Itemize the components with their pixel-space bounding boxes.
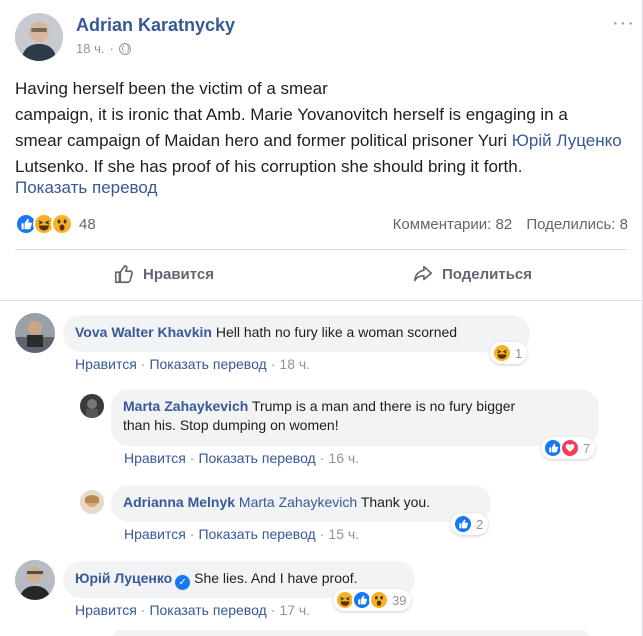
comment-author[interactable]: Юрій Луценко xyxy=(75,570,172,586)
comment-avatar[interactable] xyxy=(15,313,55,353)
separator: · xyxy=(140,356,146,372)
separator: · xyxy=(270,602,276,618)
comment-reaction-count: 1 xyxy=(515,345,523,361)
reply-reaction-count: 7 xyxy=(583,440,591,456)
author-avatar[interactable] xyxy=(15,13,63,61)
comment-text: She lies. And I have proof. xyxy=(194,570,358,586)
verified-badge-icon: ✓ xyxy=(175,575,191,590)
post-text-line-2: campaign, it is ironic that Amb. Marie Y… xyxy=(15,105,568,124)
reply-text: Thank you. xyxy=(360,494,431,510)
reply-avatar[interactable] xyxy=(80,490,104,514)
reply-author[interactable]: Marta Zahaykevich xyxy=(123,398,248,414)
reply-text-line-1: Trump is a man and there is no fury bigg… xyxy=(251,398,516,414)
mention-link[interactable]: Юрій Луценко xyxy=(512,131,622,150)
meta-separator: · xyxy=(109,41,114,56)
comment-reaction-count: 39 xyxy=(392,592,407,608)
comment-reactions[interactable]: 1 xyxy=(490,342,528,364)
like-reaction-icon xyxy=(453,514,473,534)
comment-avatar[interactable] xyxy=(15,560,55,600)
reply-bubble: Adrianna Melnyk Marta Zahaykevich Thank … xyxy=(111,485,491,522)
comment-text: Hell hath no fury like a woman scorned xyxy=(215,324,458,340)
next-reply-bubble xyxy=(111,630,591,636)
haha-reaction-icon xyxy=(492,343,512,363)
share-button-label: Поделиться xyxy=(442,265,533,283)
comment-time[interactable]: 17 ч. xyxy=(279,602,310,618)
divider-top xyxy=(15,249,627,250)
comment-translate-link[interactable]: Показать перевод xyxy=(149,602,266,618)
comments-count[interactable]: Комментарии: 82 xyxy=(393,216,513,233)
reply-time[interactable]: 15 ч. xyxy=(328,526,359,542)
like-button[interactable]: Нравится xyxy=(113,263,214,285)
comment-translate-link[interactable]: Показать перевод xyxy=(149,356,266,372)
reply-avatar[interactable] xyxy=(80,394,104,418)
reply-author[interactable]: Adrianna Melnyk xyxy=(123,494,235,510)
more-options-icon[interactable]: ··· xyxy=(612,13,635,33)
share-arrow-icon xyxy=(413,265,433,282)
comment-like-link[interactable]: Нравится xyxy=(75,356,137,372)
show-translation-link[interactable]: Показать перевод xyxy=(15,178,157,198)
wow-reaction-icon xyxy=(51,213,73,235)
divider-bottom xyxy=(0,300,643,301)
shares-count[interactable]: Поделились: 8 xyxy=(526,216,628,233)
comment-like-link[interactable]: Нравится xyxy=(75,602,137,618)
comment-time[interactable]: 18 ч. xyxy=(279,356,310,372)
post-text-line-3: smear campaign of Maidan hero and former… xyxy=(15,131,512,150)
author-name[interactable]: Adrian Karatnycky xyxy=(76,15,235,36)
reply-mention[interactable]: Marta Zahaykevich xyxy=(239,494,357,510)
comment-author[interactable]: Vova Walter Khavkin xyxy=(75,324,212,340)
reply-like-link[interactable]: Нравится xyxy=(124,450,186,466)
separator: · xyxy=(270,356,276,372)
globe-icon[interactable] xyxy=(118,42,131,55)
reply-translate-link[interactable]: Показать перевод xyxy=(198,526,315,542)
post-meta: 18 ч. · xyxy=(76,41,131,56)
reply-text-line-2: than his. Stop dumping on women! xyxy=(123,417,339,433)
reply-like-link[interactable]: Нравится xyxy=(124,526,186,542)
separator: · xyxy=(140,602,146,618)
facebook-post: Adrian Karatnycky 18 ч. · ··· Having her… xyxy=(0,0,643,636)
reaction-summary[interactable]: 48 xyxy=(15,213,96,235)
reaction-count: 48 xyxy=(79,215,96,233)
separator: · xyxy=(319,450,325,466)
reply-bubble: Marta Zahaykevich Trump is a man and the… xyxy=(111,389,599,446)
post-stats: Комментарии: 82 Поделились: 8 xyxy=(383,216,628,233)
separator: · xyxy=(189,450,195,466)
reply-actions: Нравится · Показать перевод · 16 ч. xyxy=(124,450,359,466)
reply-reactions[interactable]: 2 xyxy=(451,513,489,535)
comment-bubble: Vova Walter Khavkin Hell hath no fury li… xyxy=(63,315,530,352)
reply-time[interactable]: 16 ч. xyxy=(328,450,359,466)
comment-actions: Нравится · Показать перевод · 17 ч. xyxy=(75,602,310,618)
post-text-line-4: Lutsenko. If she has proof of his corrup… xyxy=(15,157,523,176)
separator: · xyxy=(319,526,325,542)
reply-actions: Нравится · Показать перевод · 15 ч. xyxy=(124,526,359,542)
comment-actions: Нравится · Показать перевод · 18 ч. xyxy=(75,356,310,372)
like-button-label: Нравится xyxy=(143,265,215,283)
post-time[interactable]: 18 ч. xyxy=(76,41,104,56)
separator: · xyxy=(189,526,195,542)
thumbs-up-icon xyxy=(114,264,133,284)
love-reaction-icon xyxy=(560,438,580,458)
share-button[interactable]: Поделиться xyxy=(412,263,532,285)
wow-reaction-icon xyxy=(369,590,389,610)
post-text: Having herself been the victim of a smea… xyxy=(15,76,630,180)
post-text-line-1: Having herself been the victim of a smea… xyxy=(15,79,328,98)
reply-reaction-count: 2 xyxy=(476,516,484,532)
reply-translate-link[interactable]: Показать перевод xyxy=(198,450,315,466)
reply-reactions[interactable]: 7 xyxy=(541,437,596,459)
comment-reactions[interactable]: 39 xyxy=(333,589,412,611)
